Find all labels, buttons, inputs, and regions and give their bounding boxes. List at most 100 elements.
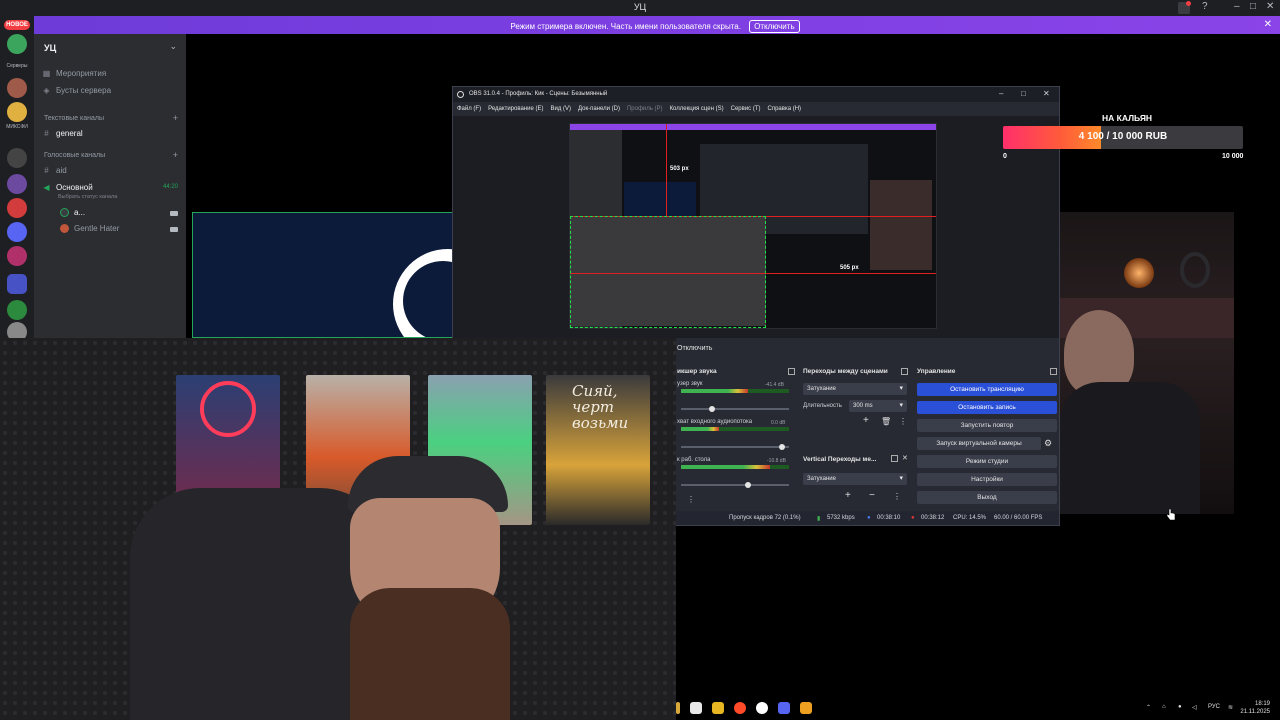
menu-profile[interactable]: Профиль (P) (627, 106, 663, 112)
more-icon[interactable]: ⋮ (893, 492, 901, 501)
menu-help[interactable]: Справка (H) (768, 106, 802, 112)
slider-knob[interactable] (745, 482, 751, 488)
stop-recording-button[interactable]: Остановить запись (917, 401, 1057, 414)
server-name[interactable]: УЦ (44, 43, 56, 53)
channel-status[interactable]: Выбрать статус канала (58, 194, 117, 200)
explorer-icon[interactable] (712, 702, 724, 714)
menu-docks[interactable]: Док-панели (D) (578, 106, 620, 112)
voice-user[interactable]: a... (60, 208, 85, 217)
menu-scene-collection[interactable]: Коллекция сцен (S) (670, 106, 724, 112)
friends-label: МИКСФИ (6, 124, 28, 130)
menu-tools[interactable]: Сервис (T) (731, 106, 761, 112)
chevron-down-icon[interactable]: ⌄ (169, 41, 177, 52)
folder-icon[interactable] (7, 274, 27, 294)
language-indicator[interactable]: РУС (1208, 704, 1220, 710)
stream-tile[interactable] (192, 212, 454, 338)
server-icon[interactable] (7, 198, 27, 218)
wifi-icon[interactable]: ≋ (1228, 704, 1233, 711)
obs-preview[interactable]: 503 px 505 px (569, 123, 937, 329)
banner-close-icon[interactable]: ✕ (1264, 19, 1272, 30)
voice-user[interactable]: Gentle Hater (60, 224, 119, 233)
voice-time: 44:20 (162, 184, 178, 190)
yandex-icon[interactable] (734, 702, 746, 714)
vertical-transition-select[interactable]: Затухание (803, 473, 907, 485)
menu-edit[interactable]: Редактирование (E) (488, 106, 543, 112)
more-icon[interactable]: ⋮ (899, 417, 907, 426)
hash-icon: # (44, 166, 49, 175)
add-icon[interactable]: + (863, 415, 869, 426)
add-icon[interactable]: + (845, 490, 851, 501)
help-icon[interactable]: ? (1202, 1, 1208, 12)
text-category[interactable]: Текстовые каналы (44, 115, 104, 122)
clock-date: 21.11.2025 (1240, 709, 1270, 715)
sidebar-item-events[interactable]: ▦ Мероприятия (42, 69, 106, 78)
halo (200, 381, 256, 437)
add-channel-icon[interactable]: + (173, 150, 178, 160)
clock[interactable]: 18:19 21.11.2025 (1240, 700, 1270, 716)
sidebar-item-boosts[interactable]: ◈ Бусты сервера (42, 86, 111, 95)
studio-mode-button[interactable]: Режим студии (917, 455, 1057, 468)
transition-select[interactable]: Затухание (803, 383, 907, 395)
menu-file[interactable]: Файл (F) (457, 106, 481, 112)
channel-general[interactable]: # general (42, 129, 82, 138)
menu-view[interactable]: Вид (V) (550, 106, 571, 112)
camera-icon (170, 227, 178, 232)
gear-icon[interactable]: ⚙ (1044, 438, 1052, 449)
server-icon[interactable] (7, 246, 27, 266)
disconnect-button[interactable]: Отключить (677, 345, 712, 352)
close-icon[interactable]: ✕ (902, 454, 908, 462)
start-replay-button[interactable]: Запустить повтор (917, 419, 1057, 432)
channel-aid[interactable]: # aid (42, 166, 66, 175)
dock-float-icon[interactable] (901, 368, 908, 375)
minimize-icon[interactable]: – (999, 89, 1003, 98)
dock-float-icon[interactable] (788, 368, 795, 375)
voice-category[interactable]: Голосовые каналы (44, 152, 105, 159)
dock-float-icon[interactable] (1050, 368, 1057, 375)
dock-float-icon[interactable] (891, 455, 898, 462)
start-virtual-camera-button[interactable]: Запуск виртуальной камеры (917, 437, 1041, 450)
sidebar-item-label: Мероприятия (56, 69, 107, 78)
server-icon[interactable] (7, 300, 27, 320)
network-icon[interactable]: ⌂ (1162, 704, 1166, 710)
volume-slider[interactable] (681, 444, 789, 450)
server-icon[interactable] (7, 78, 27, 98)
transitions-title: Переходы между сценами (803, 368, 888, 375)
server-icon[interactable] (7, 102, 27, 122)
server-icon[interactable] (7, 174, 27, 194)
obs-icon[interactable] (756, 702, 768, 714)
volume-icon[interactable]: ◁ (1192, 704, 1197, 711)
add-channel-icon[interactable]: + (173, 113, 178, 123)
server-icon[interactable] (7, 34, 27, 54)
disable-streamer-mode-button[interactable]: Отключить (749, 20, 800, 33)
stop-stream-button[interactable]: Остановить трансляцию (917, 383, 1057, 396)
volume-slider[interactable] (681, 482, 789, 488)
close-icon[interactable]: ✕ (1266, 1, 1274, 12)
servers-label: Серверы (6, 63, 28, 69)
chevron-up-icon[interactable]: ⌃ (1146, 704, 1151, 711)
maximize-icon[interactable]: □ (1250, 1, 1256, 12)
duration-input[interactable]: 300 ms (849, 400, 907, 412)
volume-slider[interactable] (681, 406, 789, 412)
preview-selection[interactable] (570, 216, 766, 328)
voice-channel-main[interactable]: ◀ Основной (42, 183, 92, 192)
streamer-mode-banner: Режим стримера включен. Часть имени поль… (30, 16, 1280, 34)
slider-knob[interactable] (709, 406, 715, 412)
trash-icon[interactable]: 🗑 (881, 417, 891, 426)
close-icon[interactable]: ✕ (1043, 89, 1050, 98)
remove-icon[interactable]: − (869, 490, 875, 501)
server-icon[interactable] (7, 222, 27, 242)
maximize-icon[interactable]: □ (1021, 89, 1026, 98)
inbox-icon[interactable] (1178, 1, 1191, 14)
calendar-icon[interactable] (690, 702, 702, 714)
taskbar-icon[interactable] (676, 702, 680, 714)
exit-button[interactable]: Выход (917, 491, 1057, 504)
discord-icon[interactable] (778, 702, 790, 714)
app-icon[interactable] (800, 702, 812, 714)
slider-knob[interactable] (779, 444, 785, 450)
minimize-icon[interactable]: – (1234, 1, 1240, 12)
more-icon[interactable]: ⋮ (687, 495, 695, 504)
settings-button[interactable]: Настройки (917, 473, 1057, 486)
mic-icon[interactable]: ● (1178, 704, 1182, 710)
server-icon[interactable] (7, 148, 27, 168)
beard (350, 588, 510, 720)
